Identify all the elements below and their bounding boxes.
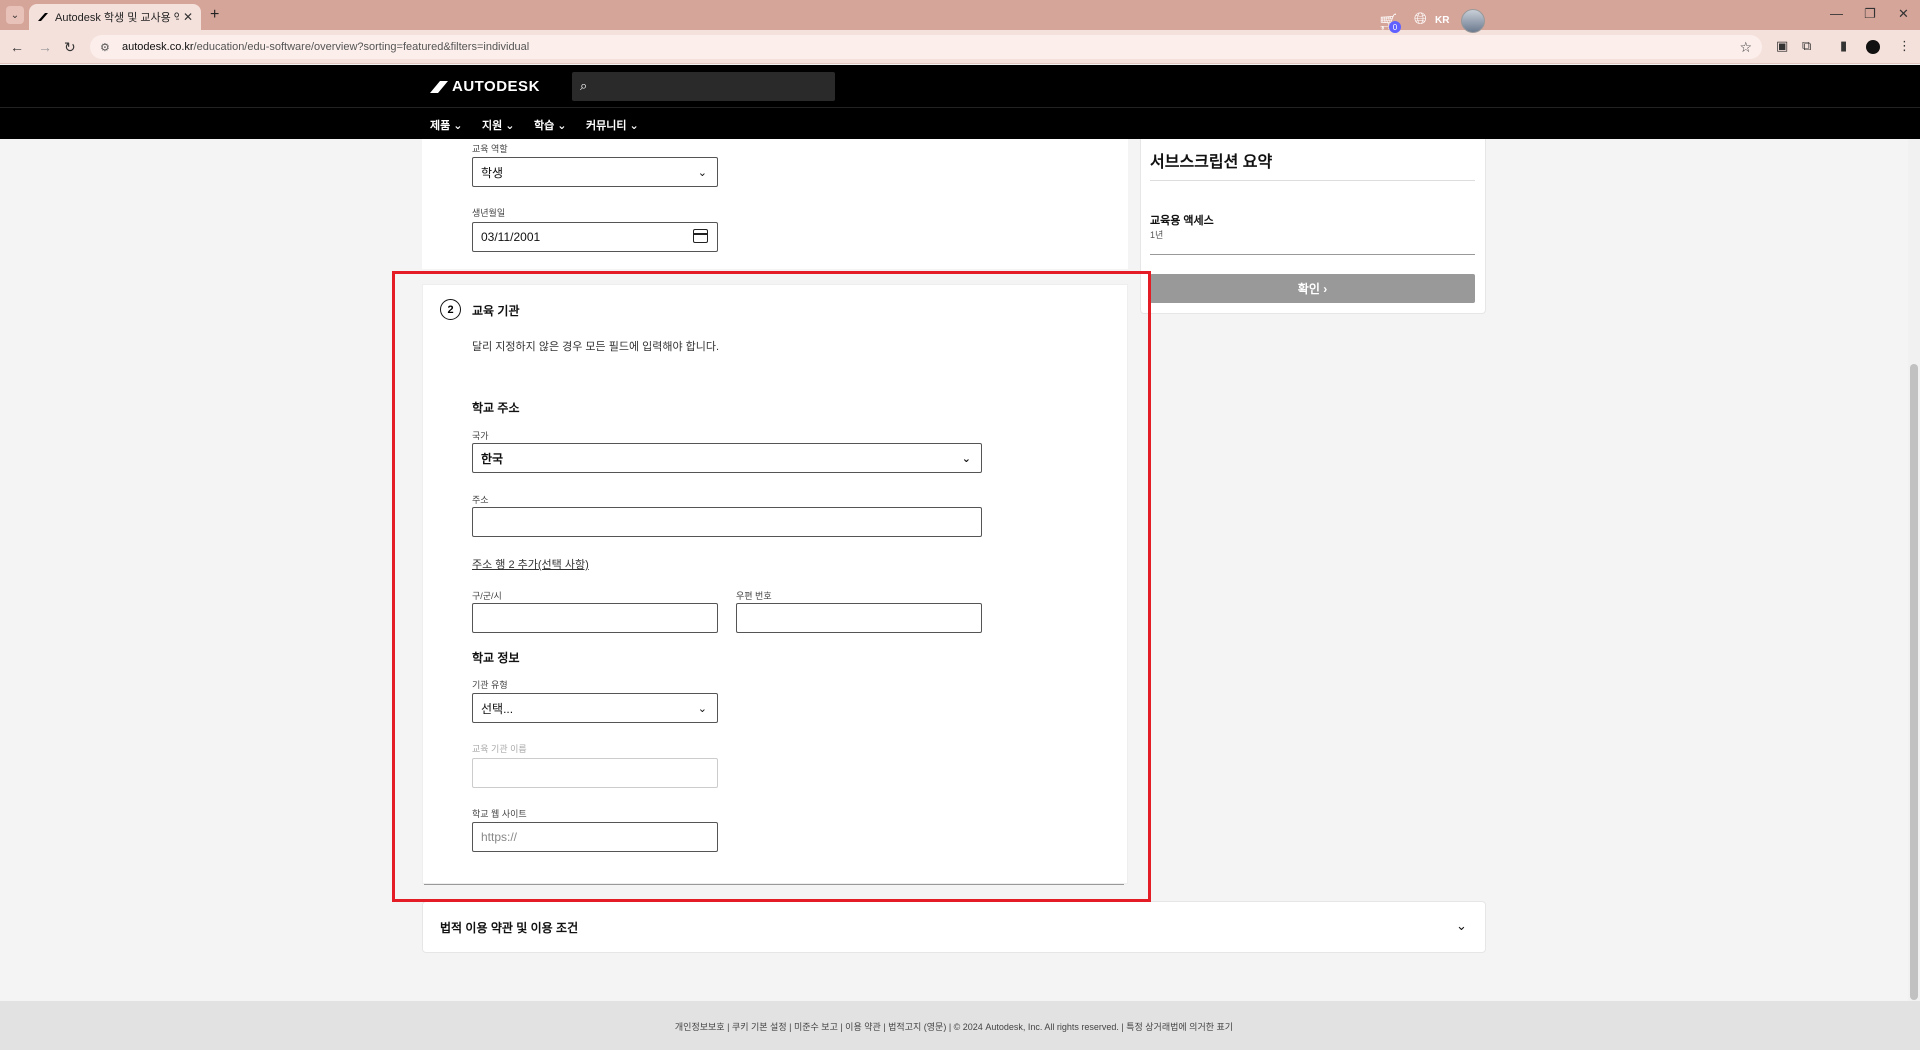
chevron-down-icon: ⌄ bbox=[961, 453, 971, 465]
nav-products-label: 제품 bbox=[430, 120, 451, 132]
browser-menu-icon[interactable]: ⋮ bbox=[1898, 38, 1911, 54]
postal-code-input[interactable] bbox=[736, 603, 982, 633]
tab-close-icon[interactable]: ✕ bbox=[183, 10, 193, 24]
dob-value: 03/11/2001 bbox=[481, 230, 541, 244]
city-label: 구/군/시 bbox=[472, 591, 502, 601]
close-window-button[interactable]: ✕ bbox=[1898, 6, 1909, 22]
required-fields-notice: 달리 지정하지 않은 경우 모든 필드에 입력해야 합니다. bbox=[472, 341, 720, 353]
site-info-icon[interactable]: ⚙ bbox=[100, 41, 114, 54]
browser-tab-active[interactable]: Autodesk 학생 및 교사용 액세 ✕ bbox=[29, 4, 201, 30]
nav-learning[interactable]: 학습 ⌄ bbox=[534, 117, 567, 133]
school-website-placeholder: https:// bbox=[481, 830, 518, 844]
institution-card bbox=[422, 284, 1128, 884]
school-website-input[interactable]: https:// bbox=[472, 822, 718, 852]
postal-code-label: 우편 번호 bbox=[736, 591, 772, 601]
institution-name-input[interactable] bbox=[472, 758, 718, 788]
bookmark-star-icon[interactable]: ☆ bbox=[1739, 39, 1752, 56]
summary-item-name: 교육용 액세스 bbox=[1150, 215, 1214, 227]
user-avatar[interactable] bbox=[1461, 9, 1485, 33]
screenshot-extension-icon[interactable]: ▣ bbox=[1776, 38, 1788, 54]
extensions-puzzle-icon[interactable]: ⧉ bbox=[1802, 38, 1811, 54]
reload-icon[interactable]: ↻ bbox=[64, 39, 76, 56]
minimize-button[interactable]: — bbox=[1830, 6, 1843, 21]
summary-divider-bottom bbox=[1150, 254, 1475, 255]
site-footer: 개인정보보호 | 쿠키 기본 설정 | 미준수 보고 | 이용 약관 | 법적고… bbox=[0, 1001, 1920, 1050]
city-input[interactable] bbox=[472, 603, 718, 633]
school-address-heading: 학교 주소 bbox=[472, 401, 520, 415]
legal-terms-accordion[interactable] bbox=[422, 901, 1486, 953]
address-bar[interactable]: ⚙ autodesk.co.kr/education/edu-software/… bbox=[90, 35, 1762, 59]
autodesk-logo[interactable]: AUTODESK bbox=[430, 78, 540, 95]
browser-tab-strip: ⌄ Autodesk 학생 및 교사용 액세 ✕ + — ❐ ✕ bbox=[0, 0, 1920, 30]
profile-icon[interactable] bbox=[1866, 40, 1880, 54]
chevron-down-icon[interactable]: ⌄ bbox=[1456, 918, 1467, 934]
chevron-down-icon: ⌄ bbox=[697, 167, 707, 179]
logo-text: AUTODESK bbox=[452, 78, 540, 95]
dob-label: 생년월일 bbox=[472, 208, 506, 218]
forward-arrow-icon[interactable]: → bbox=[38, 39, 52, 55]
institution-type-select[interactable]: 선택... ⌄ bbox=[472, 693, 718, 723]
nav-support-label: 지원 bbox=[482, 120, 503, 132]
section-divider bbox=[424, 884, 1124, 885]
step-number-badge: 2 bbox=[440, 299, 461, 320]
summary-divider bbox=[1150, 180, 1475, 181]
chevron-down-icon: ⌄ bbox=[697, 703, 707, 715]
site-search-input[interactable]: ⌕ bbox=[572, 72, 835, 101]
institution-name-label: 교육 기관 이름 bbox=[472, 744, 527, 754]
chevron-down-icon: ⌄ bbox=[10, 9, 20, 21]
globe-icon[interactable]: 🌐︎ bbox=[1414, 11, 1427, 29]
scrollbar-thumb[interactable] bbox=[1910, 364, 1918, 1000]
back-arrow-icon[interactable]: ← bbox=[10, 39, 24, 55]
country-value: 한국 bbox=[481, 451, 504, 466]
nav-learning-label: 학습 bbox=[534, 120, 555, 132]
url-path: /education/edu-software/overview?sorting… bbox=[193, 41, 530, 53]
cart-count-badge: 0 bbox=[1389, 21, 1401, 33]
institution-title: 교육 기관 bbox=[472, 304, 520, 318]
page-content bbox=[0, 139, 1908, 1001]
nav-support[interactable]: 지원 ⌄ bbox=[482, 117, 515, 133]
side-panel-icon[interactable]: ▮ bbox=[1840, 38, 1847, 54]
summary-item-term: 1년 bbox=[1150, 230, 1164, 240]
add-address-line2-link[interactable]: 주소 행 2 추가(선택 사항) bbox=[472, 556, 589, 572]
search-icon: ⌕ bbox=[580, 78, 588, 93]
country-select[interactable]: 한국 ⌄ bbox=[472, 443, 982, 473]
language-selector[interactable]: KR bbox=[1435, 15, 1449, 26]
institution-type-value: 선택... bbox=[481, 701, 514, 716]
tab-title: Autodesk 학생 및 교사용 액세 bbox=[55, 12, 179, 24]
summary-title: 서브스크립션 요약 bbox=[1150, 154, 1273, 171]
calendar-icon[interactable] bbox=[693, 229, 708, 243]
page-scrollbar[interactable] bbox=[1908, 139, 1920, 1001]
site-nav: 제품 ⌄ 지원 ⌄ 학습 ⌄ 커뮤니티 ⌄ bbox=[0, 107, 1920, 139]
autodesk-favicon-icon bbox=[38, 13, 48, 21]
site-header: AUTODESK ⌕ bbox=[0, 65, 1920, 107]
autodesk-logo-mark-icon bbox=[430, 80, 448, 93]
nav-community-label: 커뮤니티 bbox=[586, 120, 627, 132]
restore-button[interactable]: ❐ bbox=[1864, 6, 1876, 22]
address-input[interactable] bbox=[472, 507, 982, 537]
school-info-heading: 학교 정보 bbox=[472, 651, 520, 665]
confirm-label: 확인 bbox=[1297, 282, 1320, 296]
footer-links[interactable]: 개인정보보호 | 쿠키 기본 설정 | 미준수 보고 | 이용 약관 | 법적고… bbox=[0, 1020, 1908, 1033]
country-label: 국가 bbox=[472, 431, 489, 441]
role-select[interactable]: 학생 ⌄ bbox=[472, 157, 718, 187]
browser-toolbar: ← → ↻ ⚙ autodesk.co.kr/education/edu-sof… bbox=[0, 30, 1920, 64]
chevron-right-icon: › bbox=[1323, 281, 1328, 296]
role-label: 교육 역할 bbox=[472, 144, 508, 154]
role-value: 학생 bbox=[481, 165, 504, 180]
nav-products[interactable]: 제품 ⌄ bbox=[430, 117, 463, 133]
new-tab-button[interactable]: + bbox=[210, 6, 219, 24]
nav-community[interactable]: 커뮤니티 ⌄ bbox=[586, 117, 639, 133]
dob-input[interactable]: 03/11/2001 bbox=[472, 222, 718, 252]
confirm-button[interactable]: 확인 › bbox=[1150, 274, 1475, 303]
url-host: autodesk.co.kr bbox=[122, 41, 194, 53]
address-label: 주소 bbox=[472, 495, 489, 505]
institution-type-label: 기관 유형 bbox=[472, 680, 508, 690]
school-website-label: 학교 웹 사이트 bbox=[472, 809, 527, 819]
tab-search-button[interactable]: ⌄ bbox=[6, 6, 24, 24]
legal-terms-title[interactable]: 법적 이용 약관 및 이용 조건 bbox=[440, 919, 578, 936]
